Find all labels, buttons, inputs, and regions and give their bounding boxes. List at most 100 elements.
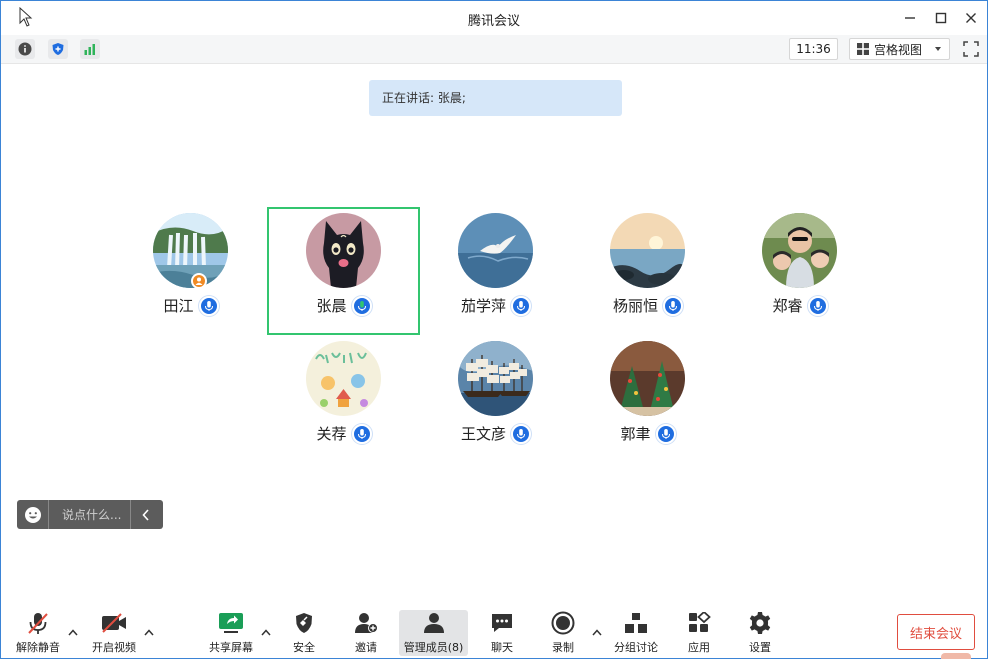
grid-view-icon (857, 43, 869, 55)
invite-button[interactable]: 邀请 (349, 610, 383, 656)
close-button[interactable] (962, 9, 980, 27)
host-badge (191, 273, 207, 289)
network-status-button[interactable] (80, 39, 100, 59)
end-meeting-button[interactable]: 结束会议 (897, 614, 975, 650)
participant-tile[interactable]: 茄学萍 (421, 207, 571, 327)
microphone-muted-icon (28, 613, 48, 634)
black-cat-avatar-image (306, 213, 381, 288)
share-screen-button[interactable]: 共享屏幕 (207, 610, 255, 656)
seagull-avatar-image (458, 213, 533, 288)
members-icon (423, 613, 444, 633)
chat-input[interactable] (49, 500, 131, 529)
mic-status-icon (351, 423, 372, 444)
participant-name: 郑睿 (772, 297, 803, 315)
title-bar: 腾讯会议 (1, 1, 987, 35)
participant-tile[interactable]: 郑睿 (725, 207, 875, 327)
decorative-corner-mark (941, 653, 971, 659)
participant-tile[interactable]: 张晨 (269, 207, 419, 327)
breakout-rooms-label: 分组讨论 (614, 641, 658, 654)
participant-tile[interactable]: 郭聿 (573, 335, 723, 455)
start-video-button[interactable]: 开启视频 (90, 610, 138, 656)
meeting-toolbar: 11:36 宫格视图 (1, 35, 987, 64)
dropdown-arrow-icon (935, 47, 942, 51)
family-drawing-avatar-image (306, 341, 381, 416)
mic-status-icon (663, 295, 683, 316)
participant-name: 茄学萍 (460, 297, 506, 315)
chevron-up-icon (144, 628, 154, 635)
participant-name: 郭聿 (620, 425, 651, 443)
fullscreen-button[interactable] (961, 39, 981, 59)
maximize-icon (935, 12, 947, 24)
apps-button[interactable]: 应用 (682, 610, 716, 656)
signal-bars-icon (84, 44, 95, 55)
speaking-indicator-banner: 正在讲话: 张晨; (369, 80, 622, 116)
participant-name: 张晨 (316, 297, 347, 315)
participant-tile[interactable]: 王文彦 (421, 335, 571, 455)
christmas-street-avatar-image (610, 341, 685, 416)
participant-tile[interactable]: 杨丽恒 (573, 207, 723, 327)
record-button[interactable]: 录制 (546, 610, 580, 656)
meeting-clock: 11:36 (789, 38, 838, 60)
window-title: 腾讯会议 (467, 14, 520, 29)
chevron-up-icon (261, 628, 271, 635)
avatar (762, 213, 837, 288)
security-shield-icon (296, 613, 312, 633)
info-icon (18, 42, 32, 56)
settings-button[interactable]: 设置 (743, 610, 777, 656)
host-person-icon (195, 277, 203, 285)
add-user-icon (355, 613, 378, 633)
participant-tile[interactable]: 田江 (116, 207, 266, 327)
breakout-rooms-icon (625, 613, 647, 633)
mic-status-icon (511, 423, 531, 444)
meeting-info-button[interactable] (15, 39, 35, 59)
chevron-left-icon (142, 508, 149, 521)
record-options-caret[interactable] (590, 625, 604, 639)
minimize-icon (905, 17, 915, 19)
chevron-up-icon (68, 628, 78, 635)
mic-status-icon (807, 295, 828, 316)
collapse-chat-button[interactable] (131, 500, 161, 529)
record-icon (551, 611, 575, 635)
share-screen-label: 共享屏幕 (209, 641, 253, 654)
meeting-window: 腾讯会议 11:36 宫格视图 正在讲话: 张晨; 田江 张晨 茄学萍 杨丽恒 … (0, 0, 988, 659)
gear-icon (749, 612, 771, 634)
participant-name: 田江 (163, 297, 194, 315)
mic-status-icon (655, 423, 676, 444)
participant-name: 王文彦 (460, 425, 506, 443)
avatar (610, 213, 685, 288)
fullscreen-icon (963, 41, 979, 57)
participant-tile[interactable]: 关荐 (269, 335, 419, 455)
unmute-label: 解除静音 (16, 641, 60, 654)
apps-label: 应用 (688, 641, 710, 654)
share-options-caret[interactable] (259, 625, 273, 639)
seaside-sunset-avatar-image (610, 213, 685, 288)
audio-options-caret[interactable] (66, 625, 80, 639)
family-selfie-avatar-image (762, 213, 837, 288)
avatar (306, 213, 381, 288)
minimize-button[interactable] (901, 9, 919, 27)
security-label: 安全 (293, 641, 315, 654)
close-icon (966, 13, 976, 23)
maximize-button[interactable] (932, 9, 950, 27)
apps-icon (689, 612, 711, 632)
chat-label: 聊天 (491, 641, 513, 654)
view-mode-select[interactable]: 宫格视图 (849, 38, 950, 60)
security-button[interactable]: 安全 (287, 610, 321, 656)
avatar (153, 213, 228, 288)
emoji-button[interactable] (17, 500, 49, 529)
video-options-caret[interactable] (142, 625, 156, 639)
mic-status-icon (198, 295, 219, 316)
chevron-up-icon (592, 628, 602, 635)
chat-bubble-icon (492, 614, 512, 632)
mic-speaking-icon (351, 295, 372, 316)
mic-status-icon (511, 295, 531, 316)
avatar (458, 341, 533, 416)
security-status-button[interactable] (48, 39, 68, 59)
record-label: 录制 (552, 641, 574, 654)
waterfall-avatar-image (153, 213, 228, 288)
manage-members-button[interactable]: 管理成员(8) (399, 610, 468, 656)
settings-label: 设置 (749, 641, 771, 654)
unmute-button[interactable]: 解除静音 (15, 610, 61, 656)
chat-button[interactable]: 聊天 (485, 610, 519, 656)
breakout-rooms-button[interactable]: 分组讨论 (611, 610, 661, 656)
